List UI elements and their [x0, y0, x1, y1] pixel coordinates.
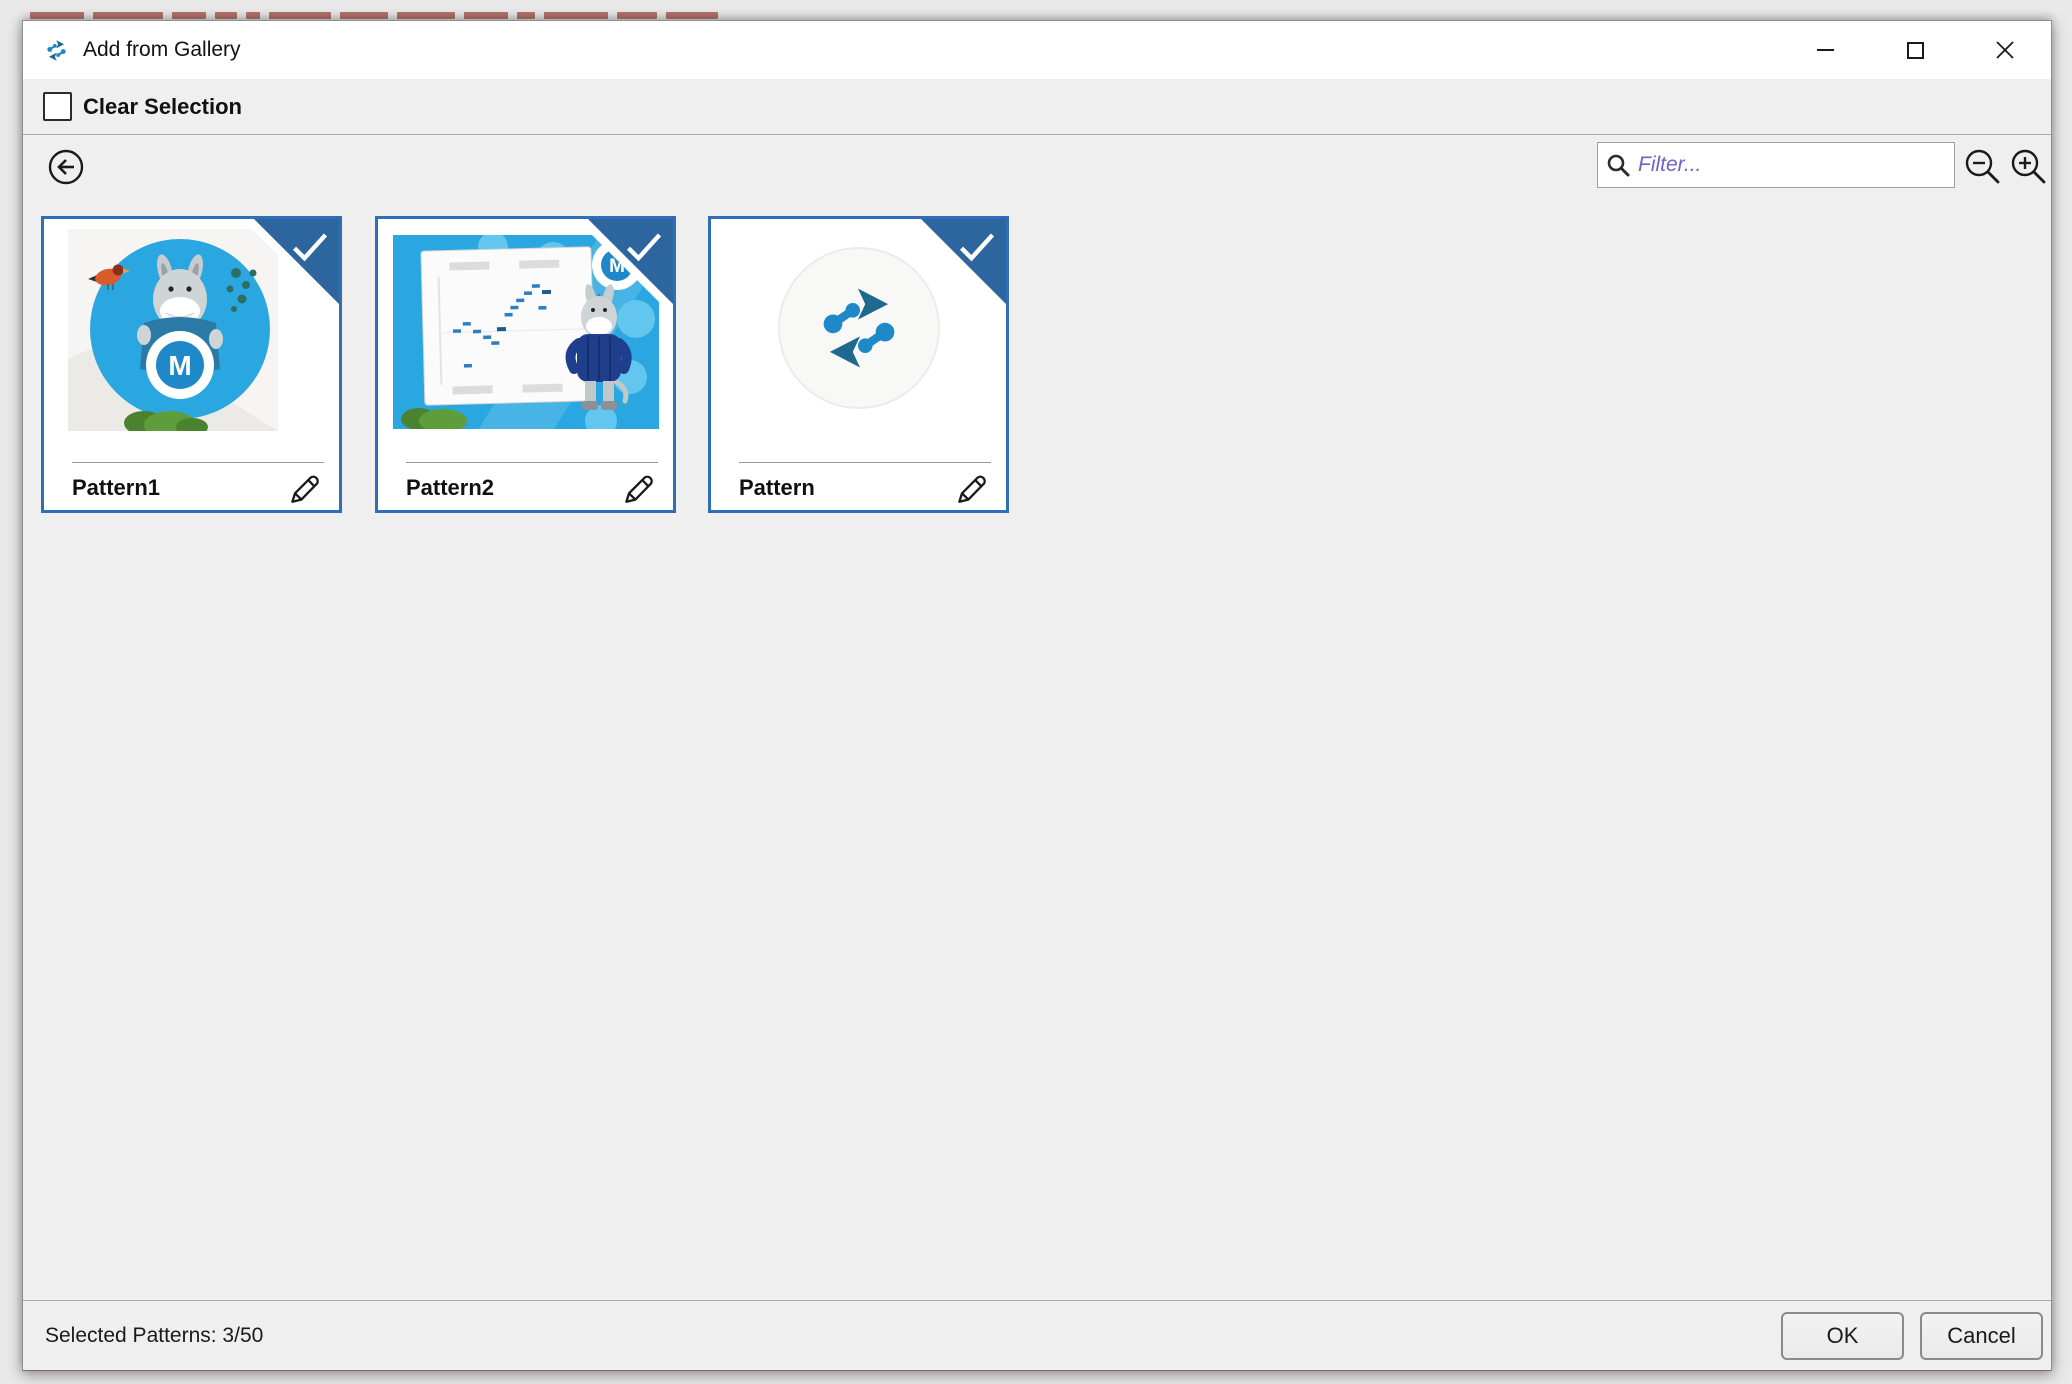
- title-bar: Add from Gallery: [23, 21, 2051, 79]
- edit-pattern-button[interactable]: [284, 469, 324, 509]
- zoom-out-button[interactable]: [1963, 147, 2003, 187]
- clear-selection-checkbox[interactable]: [43, 92, 72, 121]
- filter-box: [1597, 142, 1955, 188]
- window-controls: [1803, 21, 2027, 79]
- ok-button[interactable]: OK: [1781, 1312, 1904, 1360]
- pencil-icon: [952, 469, 990, 507]
- maximize-button[interactable]: [1893, 28, 1937, 72]
- pattern-card[interactable]: Pattern: [708, 216, 1009, 513]
- zoom-in-button[interactable]: [2009, 147, 2049, 187]
- window-title: Add from Gallery: [83, 21, 241, 79]
- add-from-gallery-dialog: Add from Gallery Clear Selection: [22, 20, 2052, 1371]
- maximize-icon: [1907, 42, 1924, 59]
- cancel-button[interactable]: Cancel: [1920, 1312, 2043, 1360]
- check-icon: [956, 229, 998, 263]
- zoom-in-icon: [2009, 147, 2049, 187]
- selection-bar: Clear Selection: [23, 79, 2051, 135]
- pattern-name: Pattern1: [72, 475, 160, 501]
- pattern-name: Pattern: [739, 475, 815, 501]
- clear-selection-label: Clear Selection: [83, 79, 242, 135]
- zoom-out-icon: [1963, 147, 2003, 187]
- check-icon: [623, 229, 665, 263]
- edit-pattern-button[interactable]: [618, 469, 658, 509]
- cycle-arrows-icon: [43, 37, 70, 64]
- edit-pattern-button[interactable]: [951, 469, 991, 509]
- back-arrow-icon: [47, 148, 85, 186]
- card-divider: [406, 462, 658, 463]
- selected-patterns-status: Selected Patterns: 3/50: [45, 1324, 263, 1348]
- card-divider: [72, 462, 324, 463]
- back-button[interactable]: [47, 148, 85, 186]
- occluded-page-text: [0, 0, 2072, 20]
- svg-text:M: M: [168, 350, 191, 381]
- filter-input[interactable]: [1638, 153, 1946, 177]
- minimize-icon: [1817, 49, 1834, 51]
- close-icon: [1995, 40, 2015, 60]
- check-icon: [289, 229, 331, 263]
- pattern-card[interactable]: M Pattern1: [41, 216, 342, 513]
- card-divider: [739, 462, 991, 463]
- close-button[interactable]: [1983, 28, 2027, 72]
- pencil-icon: [619, 469, 657, 507]
- minimize-button[interactable]: [1803, 28, 1847, 72]
- footer-buttons: OK Cancel: [1781, 1312, 2043, 1360]
- pattern-name: Pattern2: [406, 475, 494, 501]
- pattern-card[interactable]: M: [375, 216, 676, 513]
- search-icon: [1606, 153, 1630, 177]
- pencil-icon: [285, 469, 323, 507]
- footer-bar: Selected Patterns: 3/50 OK Cancel: [23, 1300, 2051, 1370]
